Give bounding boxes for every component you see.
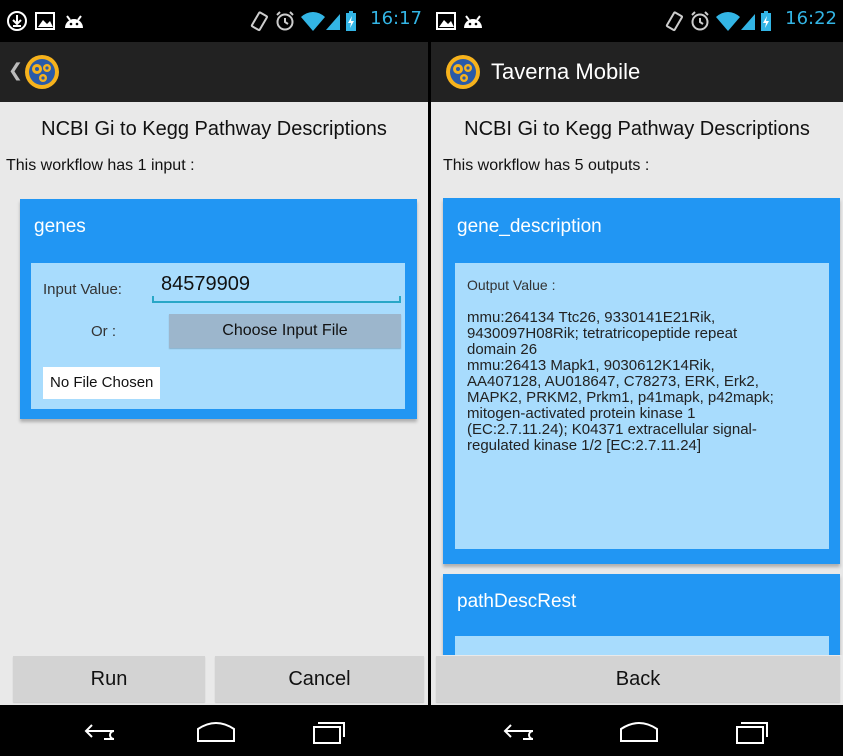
output-panel: [455, 636, 829, 655]
page-title: NCBI Gi to Kegg Pathway Descriptions: [464, 118, 810, 140]
right-screen: 16:22 Taverna Mobile NCBI Gi to Kegg Pat…: [431, 0, 843, 756]
choose-input-file-button[interactable]: Choose Input File: [169, 314, 401, 348]
action-bar: ❮: [0, 42, 428, 102]
home-nav-icon[interactable]: [194, 719, 238, 743]
left-screen: 16:17 ❮ NCBI Gi to Kegg Pathway Descript…: [0, 0, 428, 756]
status-bar: 16:22: [431, 0, 843, 42]
alarm-icon: [691, 11, 709, 31]
image-icon: [35, 12, 55, 30]
signal-icon: [741, 14, 755, 30]
status-time: 16:22: [785, 8, 837, 29]
app-title: Taverna Mobile: [491, 59, 641, 84]
image-icon: [436, 12, 456, 30]
status-bar: 16:17: [0, 0, 428, 42]
output-card-gene-description: gene_description Output Value : mmu:2641…: [443, 198, 840, 564]
content-area: NCBI Gi to Kegg Pathway Descriptions Thi…: [0, 102, 428, 655]
input-value-label: Input Value:: [43, 281, 122, 298]
taverna-logo-icon[interactable]: [445, 54, 481, 90]
workflow-summary: This workflow has 5 outputs :: [443, 157, 650, 174]
battery-icon: [761, 11, 771, 31]
run-button[interactable]: Run: [13, 656, 205, 702]
navigation-bar: [431, 705, 843, 756]
signal-icon: [326, 14, 340, 30]
android-icon: [65, 15, 83, 28]
battery-icon: [346, 11, 356, 31]
android-icon: [464, 15, 482, 28]
output-card-pathdescrest: pathDescRest: [443, 574, 840, 655]
input-card-genes: genes Input Value: 84579909 Or : Choose …: [20, 199, 417, 419]
output-name: pathDescRest: [457, 591, 577, 612]
workflow-summary: This workflow has 1 input :: [6, 157, 195, 174]
page-title: NCBI Gi to Kegg Pathway Descriptions: [41, 118, 387, 140]
output-name: gene_description: [457, 216, 602, 237]
wifi-icon: [301, 12, 325, 31]
recent-apps-icon[interactable]: [310, 719, 346, 745]
vibrate-icon: [665, 11, 683, 32]
button-bar: Back: [431, 655, 843, 705]
vibrate-icon: [250, 11, 268, 32]
input-value-field[interactable]: 84579909: [152, 273, 401, 303]
status-time: 16:17: [370, 8, 422, 29]
action-bar: Taverna Mobile: [431, 42, 843, 102]
home-nav-icon[interactable]: [617, 719, 661, 743]
back-button[interactable]: Back: [436, 656, 840, 702]
back-nav-icon[interactable]: [501, 719, 541, 743]
output-panel: Output Value : mmu:264134 Ttc26, 9330141…: [455, 263, 829, 549]
navigation-bar: [0, 705, 428, 756]
or-label: Or :: [91, 323, 116, 340]
input-name: genes: [34, 216, 86, 237]
output-value-text: mmu:264134 Ttc26, 9330141E21Rik, 9430097…: [467, 309, 774, 454]
recent-apps-icon[interactable]: [733, 719, 769, 745]
wifi-icon: [716, 12, 740, 31]
output-value-label: Output Value :: [467, 277, 556, 293]
chevron-left-icon[interactable]: ❮: [8, 60, 23, 81]
content-area: NCBI Gi to Kegg Pathway Descriptions Thi…: [431, 102, 843, 655]
download-icon: [7, 11, 27, 31]
file-status: No File Chosen: [43, 367, 161, 399]
back-nav-icon[interactable]: [82, 719, 122, 743]
alarm-icon: [276, 11, 294, 31]
input-panel: Input Value: 84579909 Or : Choose Input …: [31, 263, 405, 409]
taverna-logo-icon[interactable]: [24, 54, 60, 90]
cancel-button[interactable]: Cancel: [215, 656, 424, 702]
button-bar: Run Cancel: [0, 655, 428, 705]
